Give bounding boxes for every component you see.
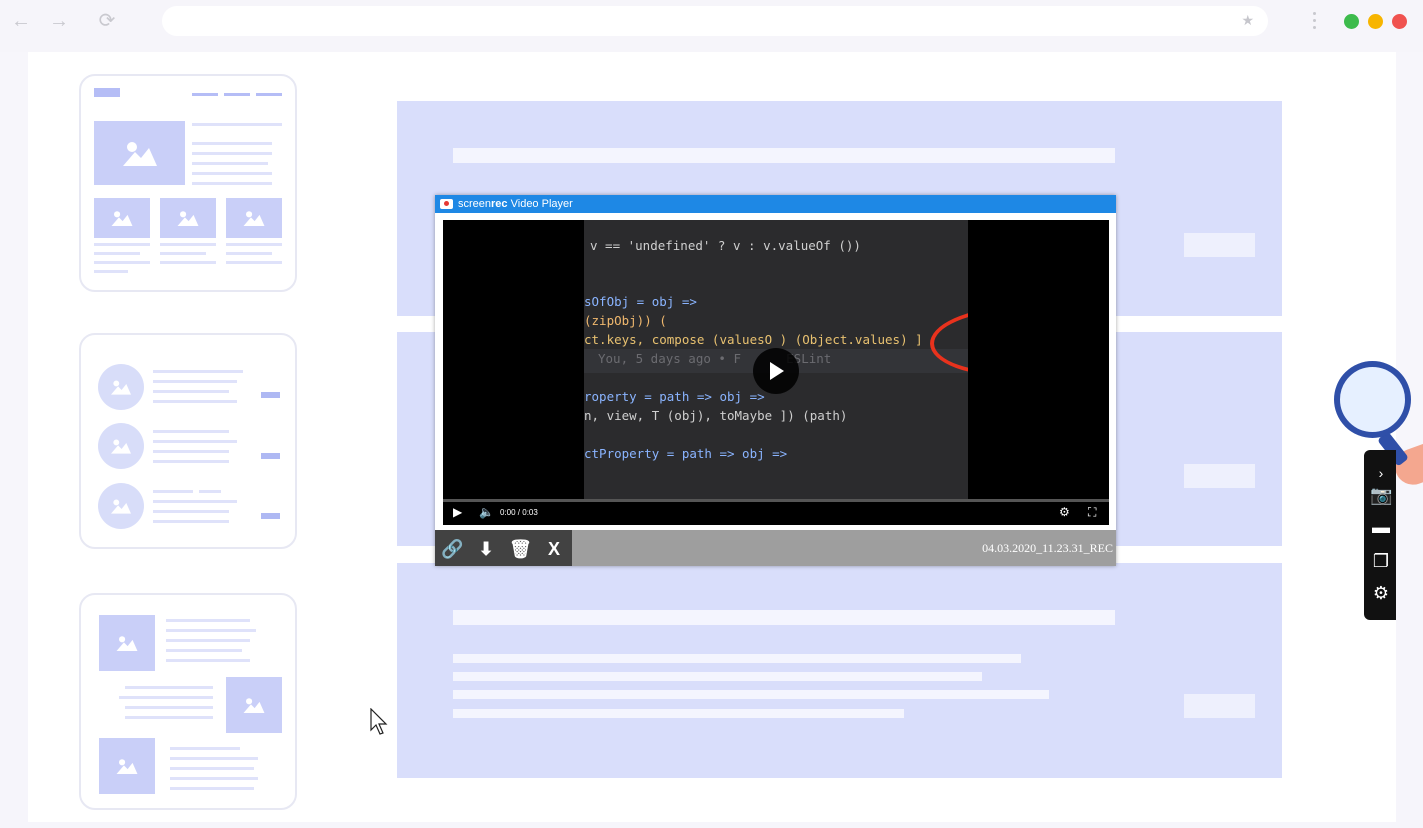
player-title-bar: screenrec Video Player [435,195,1116,213]
magnifier-icon [1334,361,1411,438]
gallery-icon[interactable]: ❐ [1370,550,1392,572]
wireframe-card-list [79,333,297,549]
wireframe-card-gallery [79,593,297,810]
content-panel-bottom [397,563,1282,778]
gear-icon[interactable]: ⚙ [1370,582,1392,604]
image-placeholder-icon [94,121,185,185]
player-title: Video Player [507,198,573,210]
image-placeholder-icon [99,738,155,794]
avatar-placeholder-icon [98,483,144,529]
download-icon[interactable]: ⬇ [475,538,497,560]
address-bar[interactable]: ★ [162,6,1268,36]
code-line: ctProperty = path => obj => [584,446,788,461]
close-icon[interactable]: X [543,538,565,560]
image-placeholder-icon [99,615,155,671]
trash-icon[interactable]: 🗑 [509,538,532,560]
avatar-placeholder-icon [98,364,144,410]
brand-bold: rec [491,198,508,210]
panel-button-placeholder [1184,464,1255,488]
code-line: ct.keys, compose (valuesO ) (Object.valu… [584,332,923,347]
code-line: roperty = path => obj => [584,389,765,404]
panel-button-placeholder [1184,233,1255,257]
video-camera-icon[interactable]: ▬ [1370,516,1392,538]
player-actions: 🔗 ⬇ 🗑 X [435,530,572,566]
window-dot-yellow[interactable] [1368,14,1383,29]
play-small-icon[interactable]: ▶ [453,506,462,518]
time-display: 0:00 / 0:03 [500,508,538,517]
settings-icon[interactable]: ⚙ [1059,506,1070,518]
camera-icon[interactable]: 📷 [1370,484,1392,506]
chevron-right-icon[interactable]: › [1370,462,1392,484]
progress-bar[interactable] [443,499,1109,502]
kebab-menu-icon[interactable] [1310,9,1318,35]
panel-button-placeholder [1184,694,1255,718]
code-line: v == 'undefined' ? v : v.valueOf ()) [590,238,861,253]
window-dot-green[interactable] [1344,14,1359,29]
fullscreen-icon[interactable]: ⛶ [1088,506,1096,518]
avatar-placeholder-icon [98,423,144,469]
code-line: (zipObj)) ( [584,313,667,328]
panel-text-line [453,610,1115,625]
panel-text-line [453,690,1049,699]
star-icon[interactable]: ★ [1241,12,1254,29]
mouse-cursor-icon [370,708,388,735]
video-player-window: screenrec Video Player v == 'undefined' … [435,195,1116,566]
video-screen[interactable]: v == 'undefined' ? v : v.valueOf ()) sOf… [443,220,1109,525]
code-line: n, view, T (obj), toMaybe ]) (path) [584,408,848,423]
window-dot-red[interactable] [1392,14,1407,29]
record-icon [440,199,453,209]
image-placeholder-icon [226,198,282,238]
panel-text-line [453,709,904,718]
reload-icon[interactable]: ⟳ [96,10,118,32]
file-name: 04.03.2020_11.23.31_REC [982,541,1113,555]
play-button[interactable] [753,348,799,394]
panel-text-line [453,654,1021,663]
screenrec-side-widget: › 📷 ▬ ❐ ⚙ [1364,450,1396,620]
volume-icon[interactable]: 🔈 [479,506,494,518]
panel-text-line [453,672,982,681]
code-line: sOfObj = obj => [584,294,697,309]
arrow-right-icon[interactable]: → [48,10,70,32]
image-placeholder-icon [94,198,150,238]
image-placeholder-icon [160,198,216,238]
image-placeholder-icon [226,677,282,733]
play-icon [770,362,784,380]
wireframe-card-article [79,74,297,292]
video-controls: ▶ 🔈 0:00 / 0:03 ⚙ ⛶ [443,499,1109,525]
browser-toolbar: ← → ⟳ ★ [0,0,1423,52]
player-toolbar: 🔗 ⬇ 🗑 X 04.03.2020_11.23.31_REC [435,530,1116,566]
link-icon[interactable]: 🔗 [441,538,463,560]
brand-light: screen [458,198,492,210]
arrow-left-icon[interactable]: ← [10,10,32,32]
panel-text-line [453,148,1115,163]
